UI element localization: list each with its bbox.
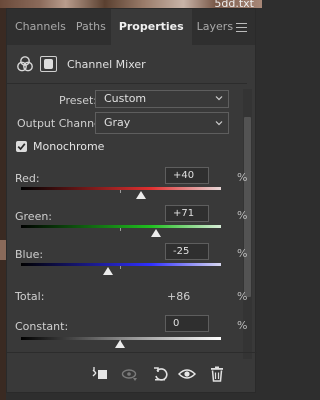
- red-slider-handle[interactable]: [136, 191, 146, 199]
- red-slider-track[interactable]: [21, 187, 221, 190]
- clip-to-layer-icon[interactable]: [91, 365, 109, 383]
- constant-slider-handle[interactable]: [115, 340, 125, 348]
- monochrome-label: Monochrome: [33, 140, 105, 153]
- properties-bottom-toolbar: [7, 352, 257, 394]
- green-value-input[interactable]: +71: [165, 205, 209, 222]
- tab-channels[interactable]: Channels: [7, 9, 71, 45]
- visibility-eye-icon[interactable]: [177, 365, 197, 383]
- output-channel-label: Output Channel:: [17, 117, 108, 130]
- red-percent-unit: %: [237, 171, 248, 184]
- header-divider: [7, 83, 247, 84]
- chevron-down-icon: [215, 121, 223, 126]
- total-percent-unit: %: [237, 290, 248, 303]
- preset-label: Preset:: [59, 94, 98, 107]
- blue-label: Blue:: [15, 248, 44, 261]
- preset-value: Custom: [104, 92, 147, 105]
- trash-icon[interactable]: [208, 365, 226, 383]
- output-channel-dropdown[interactable]: Gray: [95, 112, 229, 134]
- output-channel-value: Gray: [104, 116, 131, 129]
- tab-properties[interactable]: Properties: [110, 9, 192, 45]
- chevron-down-icon: [215, 96, 223, 101]
- adjustment-title: Channel Mixer: [67, 58, 146, 71]
- properties-panel: Channels Paths Properties Layers Channel…: [6, 8, 257, 394]
- panel-menu-icon[interactable]: [236, 23, 247, 35]
- blue-value-input[interactable]: -25: [165, 243, 209, 260]
- green-percent-unit: %: [237, 209, 248, 222]
- checkmark-icon: [17, 143, 26, 151]
- red-slider-zero-tick: [120, 190, 121, 193]
- blue-slider-track[interactable]: [21, 263, 221, 266]
- tab-layers[interactable]: Layers: [192, 9, 238, 45]
- green-slider-handle[interactable]: [151, 229, 161, 237]
- scrollbar-thumb[interactable]: [244, 117, 251, 297]
- green-slider-track[interactable]: [21, 225, 221, 228]
- red-label: Red:: [15, 172, 40, 185]
- reset-icon[interactable]: [152, 365, 170, 383]
- panel-tab-bar: Channels Paths Properties Layers: [7, 9, 255, 45]
- blue-slider-handle[interactable]: [103, 267, 113, 275]
- layer-mask-icon[interactable]: [40, 56, 57, 72]
- properties-header: Channel Mixer: [7, 51, 257, 79]
- tab-paths[interactable]: Paths: [71, 9, 111, 45]
- total-label: Total:: [15, 290, 45, 303]
- total-value: +86: [167, 290, 191, 303]
- channel-mixer-icon: [17, 56, 33, 72]
- green-slider-zero-tick: [120, 228, 121, 231]
- blue-slider-zero-tick: [120, 266, 121, 269]
- red-value-input[interactable]: +40: [165, 167, 209, 184]
- constant-label: Constant:: [15, 320, 69, 333]
- monochrome-checkbox[interactable]: [16, 141, 27, 152]
- green-label: Green:: [15, 210, 53, 223]
- constant-percent-unit: %: [237, 319, 248, 332]
- preset-dropdown[interactable]: Custom: [95, 90, 229, 108]
- blue-percent-unit: %: [237, 247, 248, 260]
- constant-value-input[interactable]: 0: [165, 315, 209, 332]
- view-previous-state-icon[interactable]: [121, 365, 139, 383]
